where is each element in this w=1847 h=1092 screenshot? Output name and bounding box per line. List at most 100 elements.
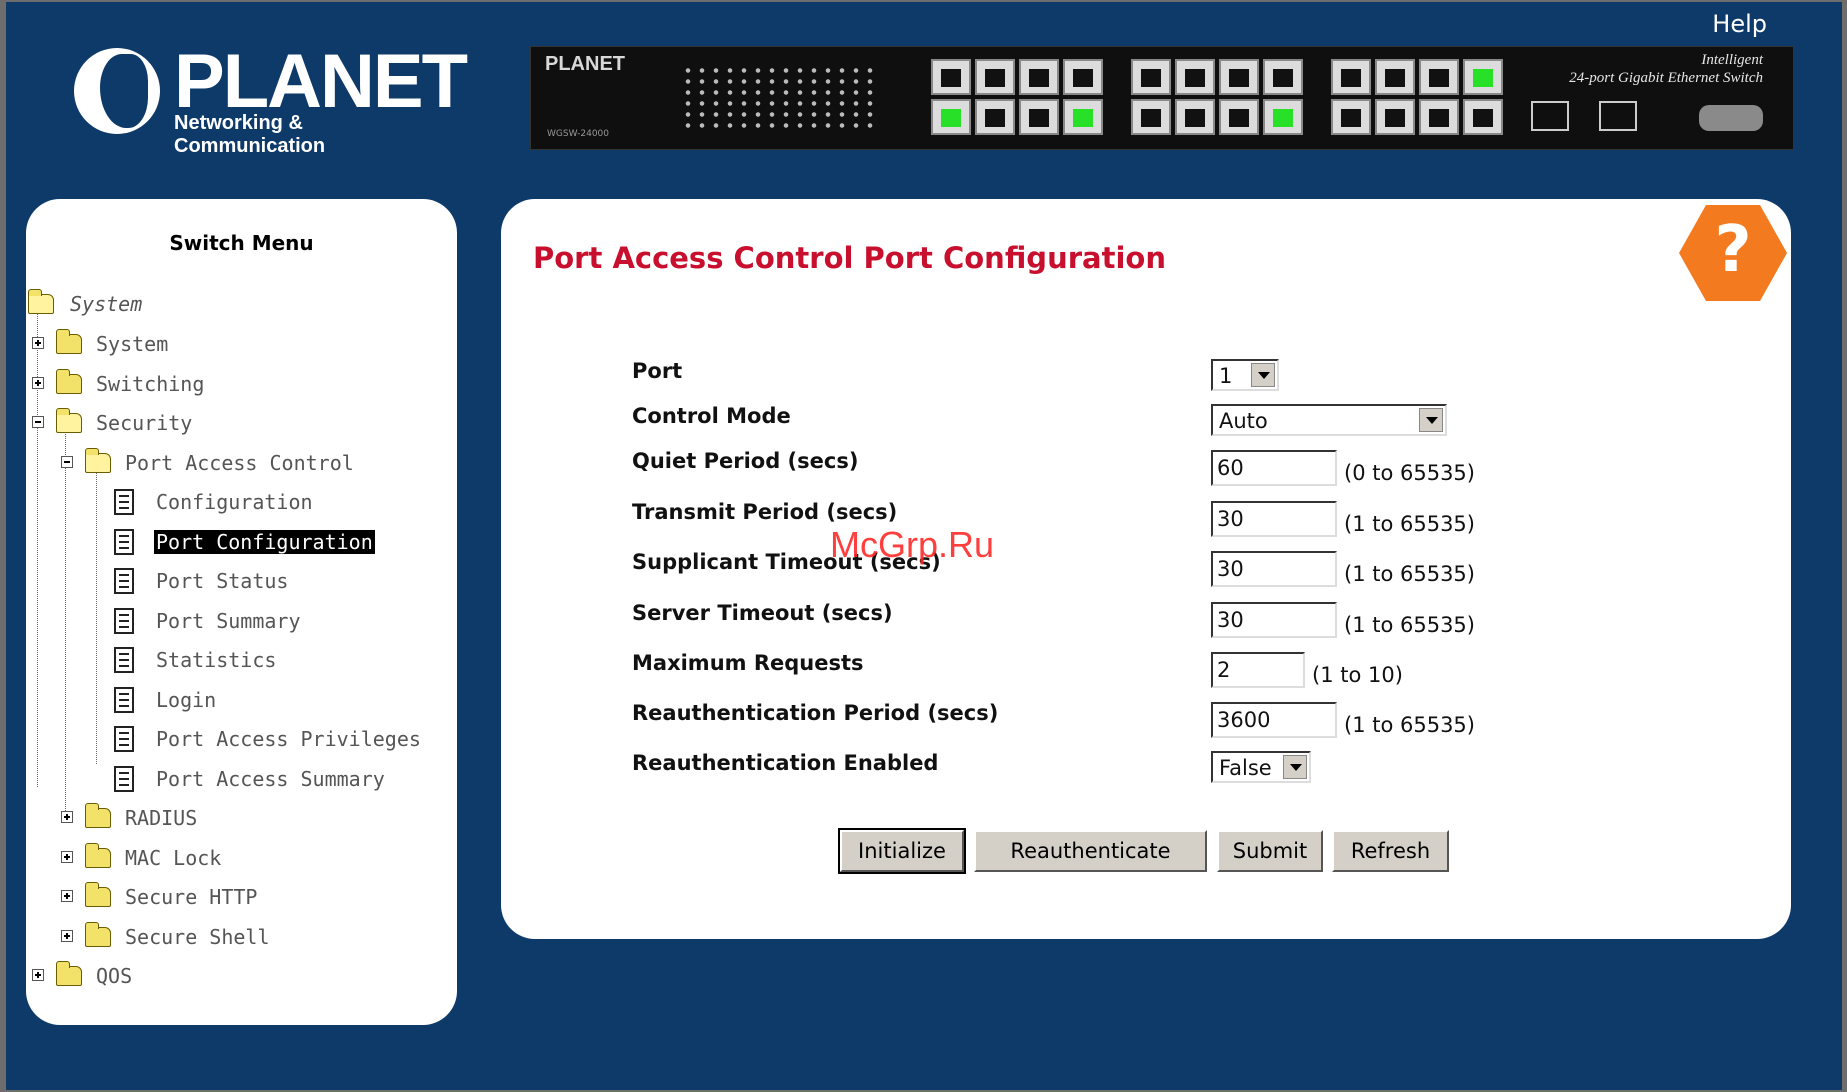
maximum-requests-range: (1 to 10) bbox=[1312, 663, 1403, 687]
initialize-button[interactable]: Initialize bbox=[838, 828, 966, 874]
port-icon[interactable] bbox=[1019, 59, 1059, 95]
port-icon[interactable] bbox=[1331, 99, 1371, 135]
expand-icon[interactable] bbox=[32, 377, 44, 389]
document-icon bbox=[114, 647, 134, 673]
menu-item-label: Switching bbox=[96, 372, 205, 396]
menu-item-label: Security bbox=[96, 411, 193, 435]
switch-model: WGSW-24000 bbox=[547, 129, 609, 139]
port-icon[interactable] bbox=[1463, 99, 1503, 135]
port-icon[interactable] bbox=[1019, 99, 1059, 135]
chevron-down-icon[interactable] bbox=[1283, 755, 1307, 779]
port-icon[interactable] bbox=[1419, 59, 1459, 95]
port-icon[interactable] bbox=[1263, 59, 1303, 95]
port-icon[interactable] bbox=[1219, 99, 1259, 135]
planet-logo: PLANET Networking & Communication bbox=[74, 39, 468, 157]
chevron-down-icon[interactable] bbox=[1251, 363, 1275, 387]
port-icon[interactable] bbox=[1175, 99, 1215, 135]
menu-item-label: Port Access Control bbox=[125, 451, 354, 475]
reauth-period-label: Reauthentication Period (secs) bbox=[632, 701, 999, 725]
folder-icon bbox=[85, 922, 111, 947]
menu-item-label: System bbox=[70, 292, 143, 316]
port-group-1 bbox=[931, 59, 1103, 135]
console-port-icon bbox=[1699, 105, 1763, 131]
sfp-port-icon[interactable] bbox=[1531, 101, 1569, 131]
switch-menu-panel: Switch Menu System System Switching Secu… bbox=[26, 199, 457, 1025]
help-badge-label: ? bbox=[1714, 213, 1752, 287]
port-icon[interactable] bbox=[1219, 59, 1259, 95]
submit-button[interactable]: Submit bbox=[1217, 830, 1323, 872]
port-icon[interactable] bbox=[975, 99, 1015, 135]
expand-icon[interactable] bbox=[61, 811, 73, 823]
refresh-button[interactable]: Refresh bbox=[1332, 830, 1449, 872]
expand-icon[interactable] bbox=[61, 851, 73, 863]
folder-icon bbox=[56, 329, 82, 354]
tree-line bbox=[37, 299, 38, 787]
port-icon[interactable] bbox=[931, 59, 971, 95]
menu-item-label: Port Configuration bbox=[154, 530, 375, 554]
switch-title-line1: Intelligent bbox=[1701, 52, 1763, 68]
server-timeout-input[interactable] bbox=[1211, 602, 1337, 638]
transmit-period-input[interactable] bbox=[1211, 501, 1337, 537]
tree-line bbox=[96, 464, 97, 764]
port-icon[interactable] bbox=[1463, 59, 1503, 95]
port-icon[interactable] bbox=[1263, 99, 1303, 135]
reauth-enabled-label: Reauthentication Enabled bbox=[632, 751, 939, 775]
folder-icon bbox=[85, 843, 111, 868]
control-mode-select[interactable]: Auto bbox=[1211, 404, 1447, 436]
collapse-icon[interactable] bbox=[61, 456, 73, 468]
chevron-down-icon[interactable] bbox=[1419, 408, 1443, 432]
sfp-port-icon[interactable] bbox=[1599, 101, 1637, 131]
document-icon bbox=[114, 687, 134, 713]
collapse-icon[interactable] bbox=[32, 416, 44, 428]
port-icon[interactable] bbox=[1063, 99, 1103, 135]
port-icon[interactable] bbox=[975, 59, 1015, 95]
folder-icon bbox=[85, 803, 111, 828]
reauth-enabled-value: False bbox=[1219, 756, 1272, 780]
quiet-period-label: Quiet Period (secs) bbox=[632, 449, 859, 473]
port-icon[interactable] bbox=[1375, 59, 1415, 95]
quiet-period-input[interactable] bbox=[1211, 450, 1337, 486]
expand-icon[interactable] bbox=[61, 930, 73, 942]
port-label: Port bbox=[632, 359, 683, 383]
menu-item-label: MAC Lock bbox=[125, 846, 222, 870]
expand-icon[interactable] bbox=[32, 969, 44, 981]
expand-icon[interactable] bbox=[61, 890, 73, 902]
menu-item-label: Port Access Summary bbox=[156, 767, 385, 791]
document-icon bbox=[114, 608, 134, 634]
port-icon[interactable] bbox=[1175, 59, 1215, 95]
content-panel: Port Access Control Port Configuration ?… bbox=[501, 199, 1791, 939]
menu-item-label: Statistics bbox=[156, 648, 277, 672]
menu-item-label: Port Access Privileges bbox=[156, 727, 421, 751]
port-icon[interactable] bbox=[1375, 99, 1415, 135]
port-icon[interactable] bbox=[1419, 99, 1459, 135]
port-group-2 bbox=[1131, 59, 1303, 135]
port-icon[interactable] bbox=[931, 99, 971, 135]
help-link[interactable]: Help bbox=[1712, 10, 1767, 38]
quiet-period-range: (0 to 65535) bbox=[1344, 461, 1475, 485]
port-icon[interactable] bbox=[1131, 99, 1171, 135]
maximum-requests-input[interactable] bbox=[1211, 652, 1305, 688]
reauth-enabled-select[interactable]: False bbox=[1211, 751, 1311, 783]
switch-title: Intelligent 24-port Gigabit Ethernet Swi… bbox=[1569, 51, 1763, 87]
menu-item-label: System bbox=[96, 332, 169, 356]
port-icon[interactable] bbox=[1331, 59, 1371, 95]
transmit-period-label: Transmit Period (secs) bbox=[632, 500, 898, 524]
document-icon bbox=[114, 766, 134, 792]
server-timeout-range: (1 to 65535) bbox=[1344, 613, 1475, 637]
control-mode-label: Control Mode bbox=[632, 404, 791, 428]
status-leds bbox=[681, 65, 881, 131]
menu-item-label: Port Summary bbox=[156, 609, 301, 633]
switch-title-line2: 24-port Gigabit Ethernet Switch bbox=[1569, 70, 1763, 86]
folder-open-icon bbox=[85, 448, 111, 473]
page-title: Port Access Control Port Configuration bbox=[533, 241, 1166, 275]
watermark: McGrp.Ru bbox=[830, 524, 995, 565]
reauth-period-input[interactable] bbox=[1211, 702, 1337, 738]
reauthenticate-button[interactable]: Reauthenticate bbox=[974, 830, 1207, 872]
supplicant-timeout-input[interactable] bbox=[1211, 551, 1337, 587]
port-icon[interactable] bbox=[1131, 59, 1171, 95]
expand-icon[interactable] bbox=[32, 337, 44, 349]
folder-icon bbox=[56, 369, 82, 394]
port-icon[interactable] bbox=[1063, 59, 1103, 95]
port-select[interactable]: 1 bbox=[1211, 359, 1279, 391]
help-badge-icon[interactable]: ? bbox=[1679, 205, 1787, 301]
